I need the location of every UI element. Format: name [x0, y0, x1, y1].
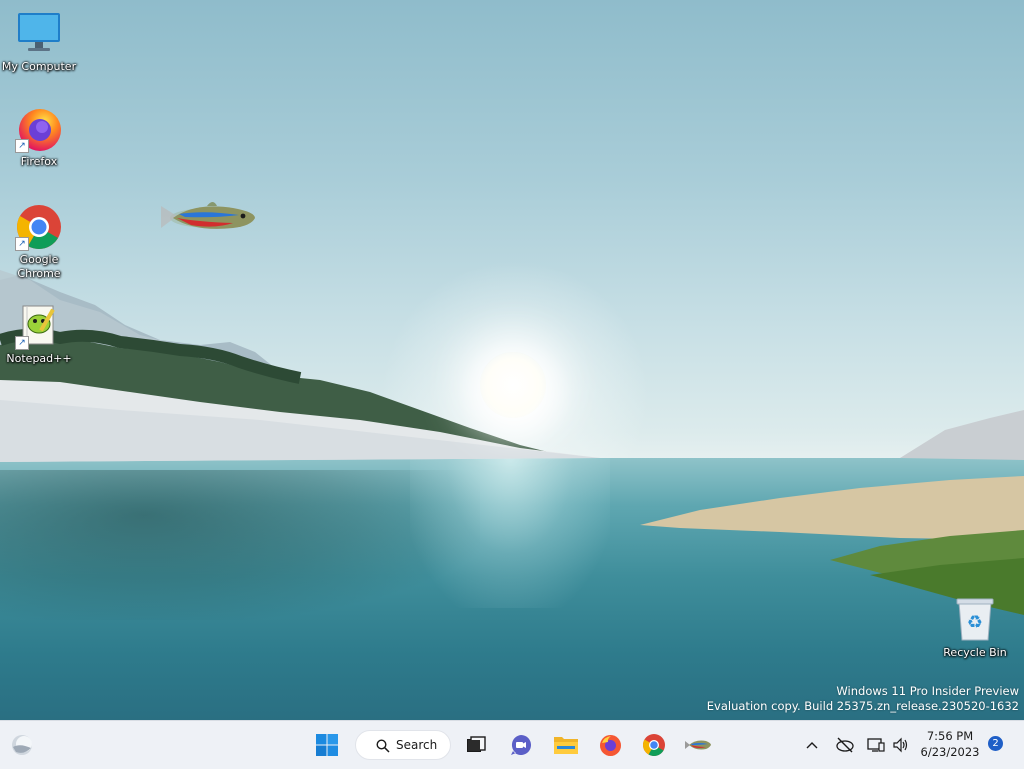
chrome-icon — [643, 734, 665, 756]
file-explorer-icon — [554, 737, 578, 754]
firefox-icon — [600, 735, 621, 756]
desktop-icon-label: Notepad++ — [6, 352, 72, 365]
desktop-icon-notepad-plus-plus[interactable]: ↗ Notepad++ — [0, 302, 78, 366]
display-icon — [867, 738, 885, 752]
shortcut-arrow-icon: ↗ — [15, 336, 29, 350]
file-explorer-button[interactable] — [550, 729, 582, 761]
desktop-fish[interactable] — [155, 196, 261, 240]
desktop-icon-firefox[interactable]: ↗ Firefox — [0, 105, 78, 169]
sun — [480, 352, 546, 418]
svg-text:♻: ♻ — [967, 612, 983, 633]
task-view-button[interactable] — [460, 729, 492, 761]
firefox-taskbar-button[interactable] — [594, 729, 626, 761]
network-disconnected-icon — [836, 737, 854, 753]
teams-chat-button[interactable] — [505, 729, 537, 761]
watermark-build: Evaluation copy. Build 25375.zn_release.… — [706, 699, 1019, 713]
recycle-bin-icon: ♻ — [951, 596, 999, 644]
taskbar: Search 7:56 PM 6/23/2023 — [0, 720, 1024, 769]
volume-button[interactable] — [888, 729, 912, 761]
chevron-up-icon — [806, 742, 818, 749]
desktop-icon-my-computer[interactable]: My Computer — [0, 10, 78, 74]
display-status-button[interactable] — [864, 729, 888, 761]
search-label: Search — [396, 738, 438, 752]
fish-icon — [685, 740, 711, 750]
network-status-button[interactable] — [831, 729, 859, 761]
shortcut-arrow-icon: ↗ — [15, 139, 29, 153]
clock-date[interactable]: 6/23/2023 — [918, 745, 982, 759]
desktop-icon-google-chrome[interactable]: ↗ Google Chrome — [0, 203, 78, 281]
clock-time[interactable]: 7:56 PM — [918, 729, 982, 743]
show-hidden-icons-button[interactable] — [797, 729, 827, 761]
firefox-icon: ↗ — [15, 105, 63, 153]
desktop-icon-recycle-bin[interactable]: ♻ Recycle Bin — [936, 596, 1014, 660]
desktop-icon-label: My Computer — [1, 60, 77, 73]
desktop-icon-label: Firefox — [20, 155, 58, 168]
start-button[interactable] — [311, 729, 343, 761]
desktop-fish-taskbar-button[interactable] — [682, 729, 714, 761]
watermark-edition: Windows 11 Pro Insider Preview — [836, 684, 1019, 698]
chrome-icon: ↗ — [15, 203, 63, 251]
widgets-icon — [12, 735, 32, 755]
start-icon — [316, 734, 338, 756]
search-icon — [376, 739, 390, 753]
notification-badge[interactable]: 2 — [988, 736, 1003, 751]
desktop-icon-label: Google Chrome — [17, 253, 61, 280]
speaker-icon — [893, 737, 908, 753]
desktop-icon-label: Recycle Bin — [943, 646, 1007, 659]
shortcut-arrow-icon: ↗ — [15, 237, 29, 251]
widgets-button[interactable] — [6, 729, 38, 761]
teams-chat-icon — [511, 735, 531, 755]
chrome-taskbar-button[interactable] — [638, 729, 670, 761]
desktop[interactable]: My Computer ↗ Firefox ↗ Google Chrome ↗ … — [0, 0, 1024, 720]
taskbar-search-box[interactable]: Search — [355, 730, 451, 760]
task-view-icon — [467, 736, 486, 752]
windows-watermark: Windows 11 Pro Insider Preview Evaluatio… — [707, 684, 1019, 714]
monitor-icon — [15, 10, 63, 58]
notepad-plus-plus-icon: ↗ — [15, 302, 63, 350]
